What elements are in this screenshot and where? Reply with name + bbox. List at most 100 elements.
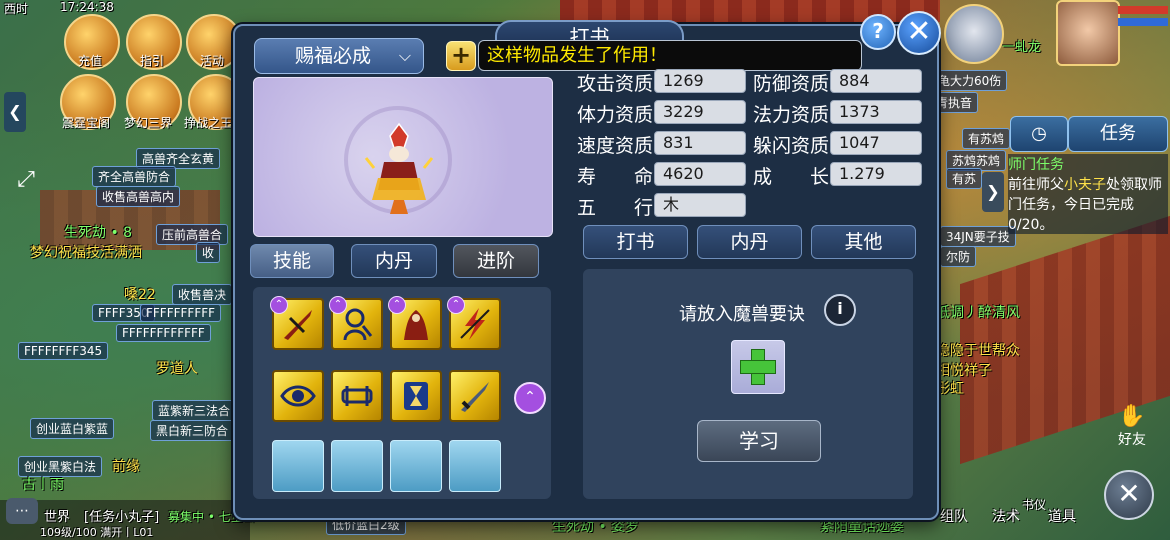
tab-skill-book[interactable]: 打书 bbox=[583, 225, 688, 259]
stat-label: 法力资质 bbox=[753, 104, 830, 126]
stat-dodge-value: 1047 bbox=[830, 131, 922, 155]
player-title[interactable]: 低调丿醉清风 bbox=[936, 302, 1020, 322]
cloaked-figure-icon bbox=[404, 310, 428, 340]
stat-growth-value: 1.279 bbox=[830, 162, 922, 186]
stat-attack-value: 1269 bbox=[654, 69, 746, 93]
player-stall-label[interactable]: 收 bbox=[196, 242, 221, 263]
player-title[interactable]: 隐隐于世帮众 bbox=[936, 340, 1020, 360]
player-hp-bar bbox=[1118, 6, 1168, 14]
friends-button[interactable]: ✋ 好友 bbox=[1106, 404, 1158, 452]
add-book-slot[interactable] bbox=[731, 340, 785, 394]
items-button[interactable]: 道具 bbox=[1048, 506, 1076, 526]
skill-slot[interactable] bbox=[390, 370, 442, 422]
server-tag: 西时 bbox=[4, 2, 29, 16]
skill-slot[interactable]: ⌃ bbox=[270, 296, 324, 350]
stat-mana-value: 1373 bbox=[830, 100, 922, 124]
player-stall-label[interactable]: 尔防 bbox=[940, 246, 977, 267]
player-stall-label[interactable]: FFFFFFFFFF bbox=[140, 304, 222, 322]
shield-bar-icon bbox=[341, 386, 373, 406]
player-title[interactable]: 梦幻祝福技活满洒 bbox=[30, 242, 142, 262]
empty-skill-slot[interactable] bbox=[449, 440, 501, 492]
treasure-pavilion-label: 震霆宝阁 bbox=[61, 116, 110, 130]
player-stall-label[interactable]: 黑白新三防合 bbox=[150, 420, 235, 441]
battle-king-label: 挣战之王 bbox=[183, 116, 232, 130]
add-pet-button[interactable]: + bbox=[446, 41, 476, 71]
tab-advance[interactable]: 进阶 bbox=[453, 244, 539, 278]
player-stall-label[interactable]: 收售高兽高内 bbox=[96, 186, 181, 207]
close-icon[interactable]: ✕ bbox=[897, 11, 941, 55]
stat-element-value: 木 bbox=[654, 193, 746, 217]
chat-sender[interactable]: [任务小丸子] bbox=[84, 506, 159, 525]
skill-slot[interactable]: ⌃ bbox=[388, 296, 442, 350]
info-icon[interactable]: i bbox=[824, 294, 856, 326]
task-tab[interactable]: 任务 bbox=[1068, 116, 1168, 152]
quest-description: 前往师父小夫子处领取师门任务，今日已完成0/20。 bbox=[1008, 174, 1168, 234]
player-stall-label[interactable]: 蓝紫新三法合 bbox=[152, 400, 237, 421]
handshake-icon: ✋ bbox=[1118, 404, 1146, 429]
player-stall-label[interactable]: 收售兽决 bbox=[172, 284, 233, 305]
player-title[interactable]: 前缘 bbox=[112, 456, 140, 476]
player-stall-label[interactable]: 有苏鸩 bbox=[962, 128, 1011, 149]
help-icon[interactable]: ? bbox=[860, 14, 896, 50]
skill-slot[interactable] bbox=[272, 370, 324, 422]
plus-icon bbox=[740, 360, 776, 374]
pet-select-value: 赐福必成 bbox=[295, 45, 372, 67]
empty-skill-slot[interactable] bbox=[331, 440, 383, 492]
player-title[interactable]: 相悦祥子 bbox=[936, 360, 992, 380]
skill-slot[interactable]: ⌃ bbox=[329, 296, 383, 350]
quest-tracker[interactable]: 师门任务 前往师父小夫子处领取师门任务，今日已完成0/20。 bbox=[1008, 154, 1168, 234]
toast-message: 这样物品发生了作用！ bbox=[478, 40, 862, 71]
collapse-left-arrow-icon[interactable]: ❮ bbox=[4, 92, 26, 132]
close-hud-icon[interactable]: ✕ bbox=[1104, 470, 1154, 520]
chat-meta: 109级/100 满开丨L01 bbox=[40, 526, 154, 539]
player-name[interactable]: 嗓22 bbox=[124, 284, 156, 304]
player-title[interactable]: 彤虹 bbox=[936, 378, 964, 398]
empty-skill-slot[interactable] bbox=[390, 440, 442, 492]
stat-label: 防御资质 bbox=[753, 73, 830, 95]
player-name[interactable]: 一虬龙 bbox=[1002, 36, 1041, 55]
team-button[interactable]: 组队 bbox=[940, 506, 968, 526]
spell-button[interactable]: 法术 bbox=[992, 506, 1020, 526]
expand-skills-icon[interactable]: ⌃ bbox=[514, 382, 546, 414]
tab-other[interactable]: 其他 bbox=[811, 225, 916, 259]
fullscreen-icon[interactable]: ⤢ bbox=[8, 162, 44, 198]
skill-slot[interactable] bbox=[331, 370, 383, 422]
pet-avatar[interactable] bbox=[944, 4, 1004, 64]
empty-skill-slot[interactable] bbox=[272, 440, 324, 492]
three-realms-label: 梦幻三界 bbox=[123, 116, 172, 130]
player-stall-label[interactable]: 有苏 bbox=[946, 168, 983, 189]
book-button[interactable]: 书仪 bbox=[1022, 496, 1046, 513]
player-stall-label[interactable]: 齐全高兽防合 bbox=[92, 166, 177, 187]
chat-channel[interactable]: 世界 bbox=[44, 506, 70, 525]
mind-control-icon bbox=[343, 308, 373, 341]
tab-inner-core[interactable]: 内丹 bbox=[351, 244, 437, 278]
player-stall-label[interactable]: FFFFFFFF345 bbox=[18, 342, 109, 360]
lightning-icon bbox=[460, 308, 490, 340]
player-name[interactable]: 生死劫 • 8 bbox=[64, 222, 132, 242]
stat-label: 攻击资质 bbox=[577, 73, 654, 95]
stat-label: 躲闪资质 bbox=[753, 135, 830, 157]
skill-slot[interactable]: ⌃ bbox=[447, 296, 501, 350]
quest-text: 前往师父 bbox=[1008, 177, 1064, 193]
pet-portrait bbox=[253, 77, 553, 237]
player-name[interactable]: 古丨雨 bbox=[22, 474, 64, 494]
player-stall-label[interactable]: 34JN要子技 bbox=[940, 226, 1016, 247]
timer-icon[interactable]: ◷ bbox=[1010, 116, 1068, 152]
npc-name[interactable]: 罗道人 bbox=[156, 358, 198, 378]
learn-button[interactable]: 学习 bbox=[697, 420, 821, 462]
player-stall-label[interactable]: 创业蓝白紫蓝 bbox=[30, 418, 115, 439]
collapse-right-arrow-icon[interactable]: ❯ bbox=[982, 172, 1004, 212]
stat-label: 成 长 bbox=[753, 166, 830, 188]
pet-select-dropdown[interactable]: 赐福必成 ⌵ bbox=[254, 38, 424, 74]
quest-npc-link[interactable]: 小夫子 bbox=[1064, 177, 1106, 193]
skill-upgrade-icon: ⌃ bbox=[329, 296, 347, 314]
clock: 17:24:38 bbox=[60, 0, 114, 14]
skill-slot[interactable] bbox=[449, 370, 501, 422]
tab-skills[interactable]: 技能 bbox=[250, 244, 334, 278]
chat-bubble-icon[interactable]: ⋯ bbox=[6, 498, 38, 524]
stat-lifespan-value: 4620 bbox=[654, 162, 746, 186]
tab-inner-core-right[interactable]: 内丹 bbox=[697, 225, 802, 259]
player-stall-label[interactable]: FFFFFFFFFFFF bbox=[116, 324, 211, 342]
blade-icon bbox=[461, 382, 489, 412]
player-avatar[interactable] bbox=[1056, 0, 1120, 66]
